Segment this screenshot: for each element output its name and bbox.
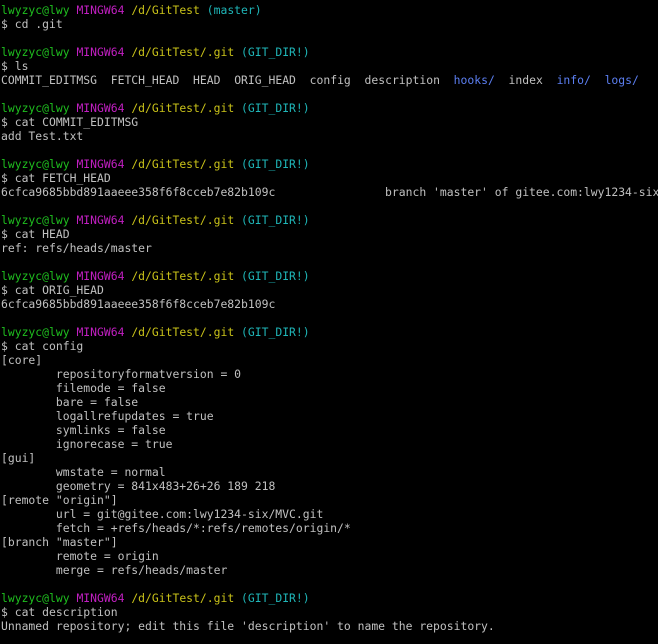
- output-line: url = git@gitee.com:lwy1234-six/MVC.git: [1, 507, 324, 521]
- command-line: $ cat FETCH_HEAD: [1, 171, 658, 185]
- prompt-user: lwyzyc@lwy: [1, 157, 70, 171]
- ls-file-entry: HEAD: [193, 73, 221, 87]
- prompt-user: lwyzyc@lwy: [1, 45, 70, 59]
- command-line: $ cat description: [1, 605, 658, 619]
- prompt-path: /d/GitTest/.git: [131, 325, 235, 339]
- prompt-user: lwyzyc@lwy: [1, 269, 70, 283]
- command-text: $ cat ORIG_HEAD: [1, 283, 104, 297]
- output-line: [gui]: [1, 451, 36, 465]
- command-line: $ cd .git: [1, 17, 658, 31]
- prompt-host: MINGW64: [76, 269, 125, 283]
- prompt-host: MINGW64: [76, 157, 125, 171]
- output-line: geometry = 841x483+26+26 189 218: [1, 479, 276, 493]
- output-line: bare = false: [1, 395, 139, 409]
- command-line: $ cat HEAD: [1, 227, 658, 241]
- output-line: symlinks = false: [1, 423, 166, 437]
- prompt-host: MINGW64: [76, 325, 125, 339]
- ls-directory-entry: hooks/: [453, 73, 495, 87]
- prompt-user: lwyzyc@lwy: [1, 325, 70, 339]
- output-line: fetch = +refs/heads/*:refs/remotes/origi…: [1, 521, 351, 535]
- output-line: [core]: [1, 353, 43, 367]
- prompt-host: MINGW64: [76, 101, 125, 115]
- prompt-user: lwyzyc@lwy: [1, 101, 70, 115]
- output-line: [remote "origin"]: [1, 493, 118, 507]
- ls-output-line: COMMIT_EDITMSG FETCH_HEAD HEAD ORIG_HEAD…: [1, 73, 658, 87]
- prompt-line: lwyzyc@lwy MINGW64 /d/GitTest/.git (GIT_…: [1, 157, 658, 171]
- ls-file-entry: description: [364, 73, 440, 87]
- output-line: ref: refs/heads/master: [1, 241, 152, 255]
- prompt-user: lwyzyc@lwy: [1, 591, 70, 605]
- prompt-line: lwyzyc@lwy MINGW64 /d/GitTest (master): [1, 3, 658, 17]
- prompt-path: /d/GitTest/.git: [131, 269, 235, 283]
- ls-file-entry: ORIG_HEAD: [234, 73, 296, 87]
- prompt-branch: (master): [206, 3, 262, 17]
- output-line: add Test.txt: [1, 129, 84, 143]
- command-text: $ ls: [1, 59, 29, 73]
- command-line: $ cat COMMIT_EDITMSG: [1, 115, 658, 129]
- prompt-path: /d/GitTest/.git: [131, 45, 235, 59]
- output-line: repositoryformatversion = 0: [1, 367, 242, 381]
- prompt-path: /d/GitTest/.git: [131, 157, 235, 171]
- ls-file-entry: FETCH_HEAD: [110, 73, 180, 87]
- output-line: [branch "master"]: [1, 535, 118, 549]
- prompt-user: lwyzyc@lwy: [1, 3, 70, 17]
- ls-file-entry: config: [309, 73, 351, 87]
- prompt-path: /d/GitTest/.git: [131, 101, 235, 115]
- prompt-path: /d/GitTest/.git: [131, 591, 235, 605]
- output-line: 6cfca9685bbd891aaeee358f6f8cceb7e82b109c…: [1, 185, 658, 199]
- prompt-host: MINGW64: [76, 3, 125, 17]
- output-line: ignorecase = true: [1, 437, 173, 451]
- prompt-host: MINGW64: [76, 213, 125, 227]
- prompt-branch: (GIT_DIR!): [241, 591, 310, 605]
- command-text: $ cat config: [1, 339, 84, 353]
- output-line: wmstate = normal: [1, 465, 166, 479]
- command-text: $ cat description: [1, 605, 118, 619]
- prompt-line: lwyzyc@lwy MINGW64 /d/GitTest/.git (GIT_…: [1, 325, 658, 339]
- prompt-host: MINGW64: [76, 45, 125, 59]
- prompt-line: lwyzyc@lwy MINGW64 /d/GitTest/.git (GIT_…: [1, 101, 658, 115]
- prompt-user: lwyzyc@lwy: [1, 213, 70, 227]
- ls-file-entry: COMMIT_EDITMSG: [1, 73, 98, 87]
- command-line: $ cat config: [1, 339, 658, 353]
- output-line: Unnamed repository; edit this file 'desc…: [1, 619, 495, 633]
- output-line: logallrefupdates = true: [1, 409, 214, 423]
- prompt-line: lwyzyc@lwy MINGW64 /d/GitTest/.git (GIT_…: [1, 591, 658, 605]
- prompt-branch: (GIT_DIR!): [241, 101, 310, 115]
- output-line: 6cfca9685bbd891aaeee358f6f8cceb7e82b109c: [1, 297, 276, 311]
- command-text: $ cat COMMIT_EDITMSG: [1, 115, 139, 129]
- command-line: $ cat ORIG_HEAD: [1, 283, 658, 297]
- prompt-line: lwyzyc@lwy MINGW64 /d/GitTest/.git (GIT_…: [1, 213, 658, 227]
- ls-directory-entry: info/: [556, 73, 591, 87]
- output-line: filemode = false: [1, 381, 166, 395]
- prompt-branch: (GIT_DIR!): [241, 325, 310, 339]
- prompt-branch: (GIT_DIR!): [241, 213, 310, 227]
- command-text: $ cd .git: [1, 17, 63, 31]
- command-text: $ cat HEAD: [1, 227, 70, 241]
- prompt-host: MINGW64: [76, 591, 125, 605]
- prompt-branch: (GIT_DIR!): [241, 157, 310, 171]
- prompt-line: lwyzyc@lwy MINGW64 /d/GitTest/.git (GIT_…: [1, 45, 658, 59]
- terminal-window[interactable]: lwyzyc@lwy MINGW64 /d/GitTest (master) $ …: [0, 0, 658, 644]
- command-line: $ ls: [1, 59, 658, 73]
- ls-directory-entry: logs/: [604, 73, 639, 87]
- prompt-path: /d/GitTest/.git: [131, 213, 235, 227]
- command-text: $ cat FETCH_HEAD: [1, 171, 111, 185]
- prompt-line: lwyzyc@lwy MINGW64 /d/GitTest/.git (GIT_…: [1, 269, 658, 283]
- output-line: merge = refs/heads/master: [1, 563, 228, 577]
- ls-file-entry: index: [508, 73, 543, 87]
- output-line: remote = origin: [1, 549, 159, 563]
- prompt-branch: (GIT_DIR!): [241, 269, 310, 283]
- prompt-branch: (GIT_DIR!): [241, 45, 310, 59]
- prompt-path: /d/GitTest: [131, 3, 200, 17]
